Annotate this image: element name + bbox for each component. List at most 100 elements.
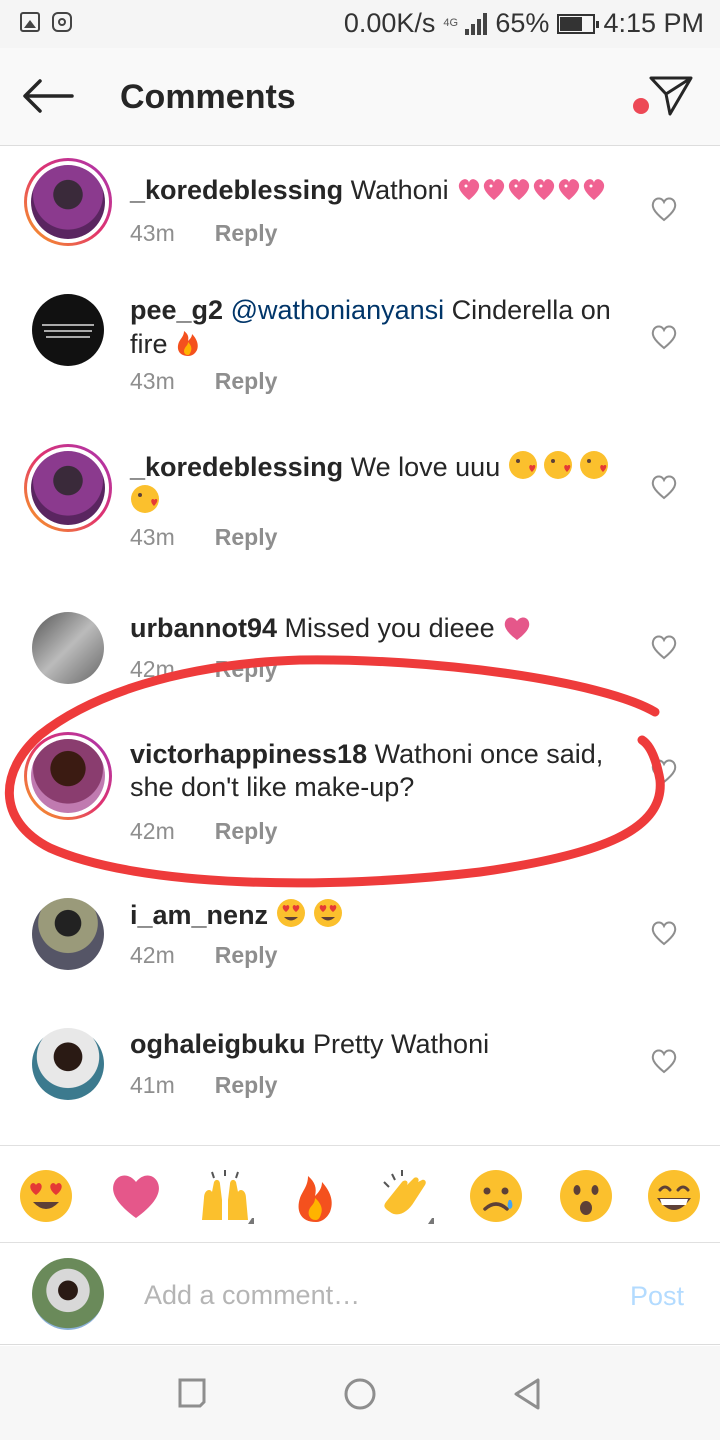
avatar[interactable]	[32, 612, 104, 684]
avatar[interactable]	[32, 898, 104, 970]
comment-username[interactable]: pee_g2	[130, 295, 223, 325]
comment-username[interactable]: _koredeblessing	[130, 175, 343, 205]
avatar[interactable]	[24, 444, 112, 532]
comment-meta: 43m Reply	[130, 368, 277, 395]
avatar[interactable]	[24, 158, 112, 246]
list-item: _koredeblessing Wathoni 43m Reply	[0, 158, 720, 278]
avatar[interactable]	[24, 732, 112, 820]
comment-body-line2: fire	[130, 329, 168, 359]
avatar[interactable]	[32, 294, 104, 366]
comment-text: _koredeblessing Wathoni	[130, 174, 630, 207]
heart-emoji-button[interactable]	[108, 1168, 164, 1224]
comment-body: Missed you dieee	[284, 613, 495, 643]
avatar[interactable]	[32, 1028, 104, 1100]
raised-hands-emoji-button[interactable]	[198, 1168, 254, 1224]
gallery-icon	[20, 12, 40, 32]
comment-username[interactable]: _koredeblessing	[130, 452, 343, 482]
comment-input[interactable]	[144, 1275, 584, 1315]
comment-text: _koredeblessing We love uuu	[130, 450, 630, 518]
comment-text: oghaleigbuku Pretty Wathoni	[130, 1028, 630, 1061]
notification-dot	[633, 98, 649, 114]
reply-button[interactable]: Reply	[215, 524, 278, 551]
clapping-hands-emoji-button[interactable]	[378, 1168, 434, 1224]
network-type: 4G	[443, 17, 459, 29]
reply-button[interactable]: Reply	[215, 220, 278, 247]
surprised-face-emoji-button[interactable]	[558, 1168, 614, 1224]
list-item: oghaleigbuku Pretty Wathoni 41m Reply	[0, 1028, 720, 1128]
list-item: i_am_nenz 42m Reply	[0, 898, 720, 998]
grinning-face-emoji-button[interactable]	[646, 1168, 702, 1224]
header: Comments	[0, 48, 720, 146]
comment-meta: 42m Reply	[130, 818, 277, 845]
reply-button[interactable]: Reply	[215, 368, 278, 395]
comment-username[interactable]: urbannot94	[130, 613, 277, 643]
reply-button[interactable]: Reply	[215, 942, 278, 969]
comment-text: victorhappiness18 Wathoni once said, she…	[130, 738, 630, 804]
page-title: Comments	[120, 78, 296, 116]
heart-eyes-emoji-group	[276, 899, 342, 927]
home-circle-icon[interactable]	[342, 1376, 378, 1412]
like-heart-icon[interactable]	[650, 324, 678, 350]
comment-username[interactable]: i_am_nenz	[130, 900, 268, 930]
heart-eyes-emoji-button[interactable]	[18, 1168, 74, 1224]
like-heart-icon[interactable]	[650, 758, 678, 784]
signal-icon	[465, 12, 488, 35]
kissing-face-emoji-group	[508, 451, 608, 479]
fire-emoji-button[interactable]	[288, 1168, 344, 1224]
system-nav-bar	[0, 1346, 720, 1440]
comment-time: 43m	[130, 368, 175, 394]
comment-body: Pretty Wathoni	[313, 1029, 490, 1059]
reply-button[interactable]: Reply	[215, 818, 278, 845]
comment-mention[interactable]: @wathonianyansi	[231, 295, 445, 325]
quick-emoji-bar	[0, 1145, 720, 1243]
comment-time: 43m	[130, 220, 175, 246]
like-heart-icon[interactable]	[650, 920, 678, 946]
clock: 4:15 PM	[603, 8, 704, 38]
comment-text: urbannot94 Missed you dieee	[130, 612, 630, 645]
direct-message-icon[interactable]	[648, 74, 694, 118]
fire-emoji	[177, 331, 198, 356]
sad-face-emoji-button[interactable]	[468, 1168, 524, 1224]
heart-emoji	[504, 617, 530, 640]
kissing-face-emoji	[131, 485, 159, 513]
status-bar: 0.00K/s 4G 65% 4:15 PM	[0, 0, 720, 48]
battery-icon	[557, 13, 600, 34]
comment-username[interactable]: victorhappiness18	[130, 739, 367, 769]
like-heart-icon[interactable]	[650, 196, 678, 222]
comment-time: 43m	[130, 524, 175, 550]
reply-button[interactable]: Reply	[215, 1072, 278, 1099]
comment-body: Cinderella on	[451, 295, 611, 325]
comment-body-line2: she don't like make-up?	[130, 772, 415, 802]
comment-body: Wathoni once said,	[374, 739, 604, 769]
comment-time: 42m	[130, 818, 175, 844]
comment-body: Wathoni	[350, 175, 449, 205]
back-arrow-icon[interactable]	[22, 78, 74, 114]
instagram-icon	[52, 12, 72, 32]
comment-time: 41m	[130, 1072, 175, 1098]
comment-time: 42m	[130, 656, 175, 682]
avatar[interactable]	[32, 1258, 104, 1330]
comment-text: i_am_nenz	[130, 898, 630, 932]
battery-percent: 65%	[495, 8, 550, 38]
sparkling-heart-emoji-group	[456, 175, 606, 205]
recents-square-icon[interactable]	[174, 1376, 210, 1412]
comment-username[interactable]: oghaleigbuku	[130, 1029, 306, 1059]
back-triangle-icon[interactable]	[510, 1376, 546, 1412]
comment-text: pee_g2 @wathonianyansi Cinderella on fir…	[130, 294, 630, 361]
list-item: urbannot94 Missed you dieee 42m Reply	[0, 612, 720, 712]
list-item: _koredeblessing We love uuu 43m Reply	[0, 444, 720, 574]
comment-composer: Post	[0, 1243, 720, 1345]
post-button[interactable]: Post	[630, 1281, 684, 1312]
reply-button[interactable]: Reply	[215, 656, 278, 683]
comment-time: 42m	[130, 942, 175, 968]
comment-meta: 43m Reply	[130, 220, 277, 247]
list-item: victorhappiness18 Wathoni once said, she…	[0, 732, 720, 862]
comment-meta: 42m Reply	[130, 656, 277, 683]
comment-meta: 42m Reply	[130, 942, 277, 969]
like-heart-icon[interactable]	[650, 1048, 678, 1074]
list-item: pee_g2 @wathonianyansi Cinderella on fir…	[0, 294, 720, 424]
comment-meta: 43m Reply	[130, 524, 277, 551]
like-heart-icon[interactable]	[650, 474, 678, 500]
network-speed: 0.00K/s	[343, 8, 436, 38]
like-heart-icon[interactable]	[650, 634, 678, 660]
